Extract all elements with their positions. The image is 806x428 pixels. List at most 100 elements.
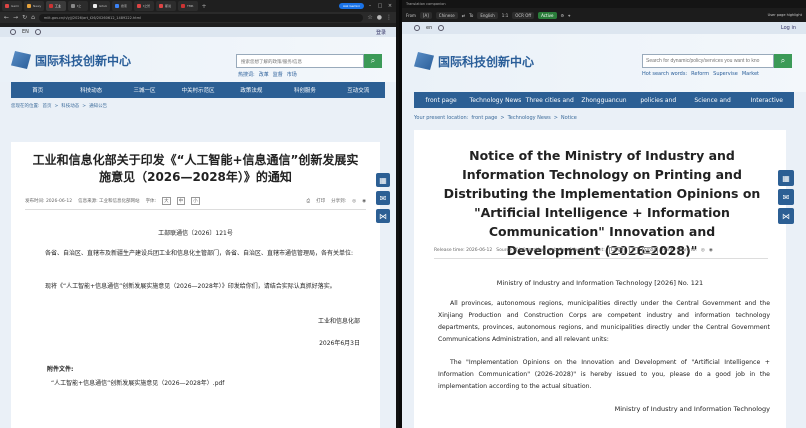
font-medium-button[interactable]: 中 xyxy=(176,197,186,205)
article-title: Notice of the Ministry of Industry and I… xyxy=(443,148,761,258)
weibo-icon[interactable]: ◉ xyxy=(709,248,713,253)
weibo-icon[interactable]: ◉ xyxy=(362,199,366,204)
menu-item[interactable]: 三城一区 xyxy=(118,82,171,98)
font-small-button[interactable]: 小 xyxy=(191,197,200,205)
breadcrumb-link[interactable]: front page xyxy=(471,115,497,121)
hot-word[interactable]: 市场 xyxy=(287,71,297,78)
back-icon[interactable]: ← xyxy=(4,14,9,21)
auto-detect[interactable]: [A] xyxy=(419,11,432,19)
search-icon[interactable]: ⌕ xyxy=(774,54,792,68)
hot-word[interactable]: Reform xyxy=(691,71,709,77)
browser-tab[interactable]: Gitub xyxy=(90,1,110,11)
print-link[interactable]: Print xyxy=(662,248,672,253)
print-link[interactable]: 打印 xyxy=(316,198,325,204)
browser-tab[interactable]: t之 xyxy=(68,1,88,11)
language-switch[interactable]: EN xyxy=(22,29,29,35)
user-icon[interactable] xyxy=(438,25,445,31)
accessibility-icon[interactable] xyxy=(10,29,16,35)
profile-icon[interactable]: ● xyxy=(377,14,382,21)
active-toggle[interactable]: Active xyxy=(538,11,557,19)
menu-item[interactable]: Science and xyxy=(685,92,739,108)
menu-item[interactable]: 互动交流 xyxy=(332,82,385,98)
login-link[interactable]: Log in xyxy=(781,25,796,31)
browser-tab[interactable]: Newy xyxy=(24,1,44,11)
minimize-icon[interactable]: – xyxy=(366,3,374,9)
breadcrumb-link[interactable]: 首页 xyxy=(43,103,52,109)
breadcrumb-link[interactable]: 通知公告 xyxy=(89,103,107,109)
menu-icon[interactable]: ⋮ xyxy=(386,14,392,21)
search-input[interactable] xyxy=(642,54,774,68)
settings-icon[interactable]: ⚙ xyxy=(561,13,565,18)
close-icon[interactable]: × xyxy=(386,3,394,9)
reload-icon[interactable]: ↻ xyxy=(22,14,27,21)
menu-item[interactable]: Technology News xyxy=(468,92,522,108)
menu-item[interactable]: 中关村示范区 xyxy=(171,82,224,98)
browser-tab[interactable]: t之智 xyxy=(134,1,154,11)
login-link[interactable]: 登录 xyxy=(376,29,386,36)
menu-item[interactable]: Zhongguancun xyxy=(577,92,631,108)
target-language-select[interactable]: English xyxy=(477,11,498,19)
hot-word[interactable]: Supervise xyxy=(713,71,738,77)
pin-icon[interactable]: ⌖ xyxy=(568,13,570,18)
menu-item[interactable]: 科创服务 xyxy=(278,82,331,98)
font-large-button[interactable]: Large xyxy=(608,247,626,254)
ocr-toggle[interactable]: OCR Off xyxy=(512,11,535,19)
hot-word[interactable]: Market xyxy=(742,71,759,77)
font-small-button[interactable]: Small xyxy=(641,247,659,254)
search-input[interactable] xyxy=(236,54,364,68)
forward-icon[interactable]: → xyxy=(13,14,18,21)
calendar-icon[interactable]: ▦ xyxy=(376,173,390,187)
calendar-icon[interactable]: ▦ xyxy=(778,170,794,186)
user-highlight-label[interactable]: User page highlight xyxy=(768,13,802,17)
wechat-icon[interactable]: ◎ xyxy=(701,248,705,253)
mail-icon[interactable]: ✉ xyxy=(778,189,794,205)
browser-tab[interactable]: Gemi xyxy=(2,1,22,11)
accessibility-icon[interactable] xyxy=(414,25,420,31)
menu-item[interactable]: Interactive xyxy=(740,92,794,108)
logo-text: 国际科技创新中心 xyxy=(438,54,535,69)
breadcrumb-link[interactable]: 科技动态 xyxy=(61,103,79,109)
menu-item[interactable]: Three cities and xyxy=(523,92,577,108)
address-bar[interactable]: miit.gov.cn/n/yjj/2026/art_t26/20260612_… xyxy=(38,13,364,22)
browser-tab[interactable]: TMR xyxy=(178,1,198,11)
swap-icon[interactable]: ⇄ xyxy=(462,13,465,18)
browser-tab[interactable]: 搜索 xyxy=(112,1,132,11)
menu-item[interactable]: front page xyxy=(414,92,468,108)
browser-tab-active[interactable]: 工业 xyxy=(46,1,66,11)
menu-item[interactable]: 政策法规 xyxy=(225,82,278,98)
menu-item[interactable]: 科技动态 xyxy=(64,82,117,98)
breadcrumb-link[interactable]: Technology News xyxy=(508,115,551,121)
site-logo[interactable]: 国际科技创新中心 xyxy=(414,52,534,70)
language-switch[interactable]: en xyxy=(426,25,432,31)
ask-gemini-button[interactable]: Ask Gemini xyxy=(339,3,364,9)
menu-item[interactable]: policies and xyxy=(631,92,685,108)
share-icon[interactable]: ⋈ xyxy=(778,208,794,224)
article-meta: 发布时间: 2026-06-12 信息来源: 工业和信息化部网站 字体: 大 中… xyxy=(25,197,366,210)
hot-word[interactable]: 改革 xyxy=(259,71,269,78)
source-language-select[interactable]: Chinese xyxy=(435,11,458,19)
mail-icon[interactable]: ✉ xyxy=(376,191,390,205)
article-panel: Notice of the Ministry of Industry and I… xyxy=(414,130,786,428)
tab-favicon-icon xyxy=(49,4,53,8)
share-icon[interactable]: ⋈ xyxy=(376,209,390,223)
breadcrumb-link[interactable]: Notice xyxy=(561,115,577,121)
tab-favicon-icon xyxy=(137,4,141,8)
font-large-button[interactable]: 大 xyxy=(162,197,171,205)
user-icon[interactable] xyxy=(34,29,41,35)
hot-word[interactable]: 监督 xyxy=(273,71,283,78)
bookmark-star-icon[interactable]: ☆ xyxy=(367,14,372,21)
browser-tab[interactable]: 都说 xyxy=(156,1,176,11)
home-icon[interactable]: ⌂ xyxy=(31,14,35,21)
menu-item[interactable]: 首页 xyxy=(11,82,64,98)
font-size-label: Font: xyxy=(593,248,605,253)
site-logo[interactable]: 国际科技创新中心 xyxy=(11,51,131,69)
new-tab-button[interactable]: + xyxy=(200,3,208,10)
wechat-icon[interactable]: ◎ xyxy=(352,199,356,204)
title-bar: Translation companion xyxy=(402,0,806,8)
ratio-button[interactable]: 1:1 xyxy=(502,13,508,18)
search-icon[interactable]: ⌕ xyxy=(364,54,382,68)
attachment-link[interactable]: “人工智能+信息通信”创新发展实施意见（2026—2028年）.pdf xyxy=(51,378,224,387)
print-icon[interactable]: ⎙ xyxy=(306,198,310,204)
font-medium-button[interactable]: in xyxy=(629,247,638,254)
maximize-icon[interactable]: □ xyxy=(376,3,384,9)
